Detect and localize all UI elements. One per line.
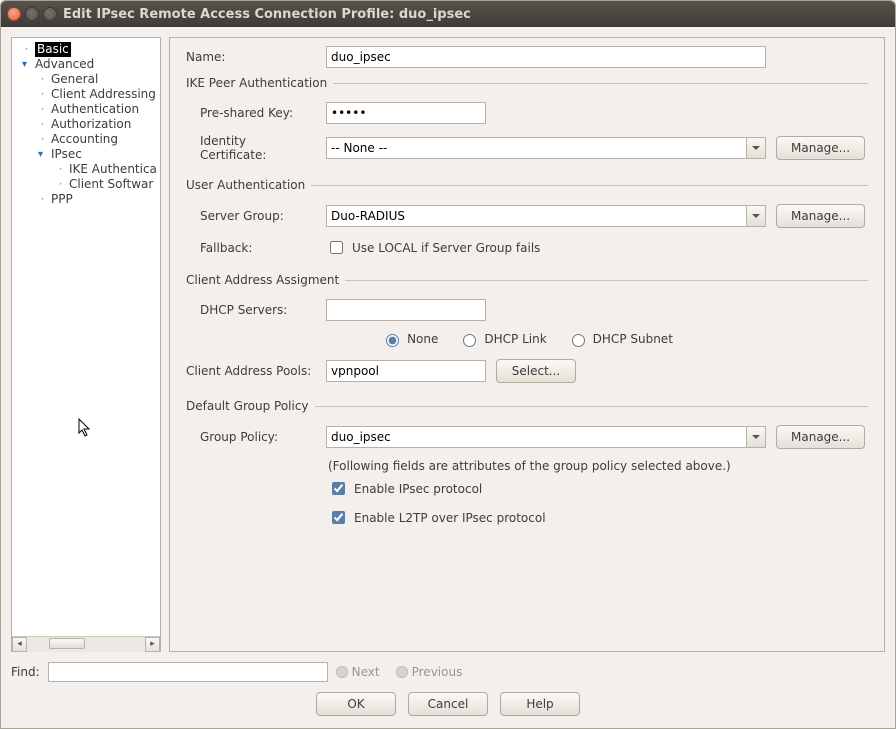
tree-leaf-icon: · (38, 117, 47, 132)
dhcp-radio-link[interactable]: DHCP Link (458, 331, 546, 347)
fallback-label: Fallback: (186, 241, 316, 255)
window-title: Edit IPsec Remote Access Connection Prof… (63, 7, 471, 22)
group-policy-select[interactable] (326, 426, 746, 448)
window: Edit IPsec Remote Access Connection Prof… (0, 0, 896, 729)
tree-expand-icon[interactable]: ▾ (38, 150, 47, 159)
circle-icon (396, 666, 408, 678)
window-maximize-icon[interactable] (43, 7, 57, 21)
tree-leaf-icon: · (56, 177, 65, 192)
idcert-manage-button[interactable]: Manage... (776, 136, 865, 160)
pools-label: Client Address Pools: (186, 364, 316, 378)
help-button[interactable]: Help (500, 692, 580, 716)
nav-tree: · Basic ▾ Advanced · General · Client Ad… (12, 38, 160, 636)
tree-item-authorization[interactable]: · Authorization (20, 117, 160, 132)
name-input[interactable] (326, 46, 766, 68)
user-auth-title: User Authentication (186, 178, 311, 192)
find-bar: Find: Next Previous (1, 658, 895, 682)
server-group-select[interactable] (326, 205, 746, 227)
dhcp-radio-subnet[interactable]: DHCP Subnet (567, 331, 673, 347)
idcert-select[interactable] (326, 137, 746, 159)
find-label: Find: (11, 665, 40, 679)
dhcp-label: DHCP Servers: (186, 303, 316, 317)
enable-l2tp-checkbox[interactable]: Enable L2TP over IPsec protocol (328, 508, 546, 527)
tree-leaf-icon: · (38, 192, 47, 207)
chevron-down-icon[interactable] (746, 426, 766, 448)
user-auth-group: User Authentication Server Group: Manage… (186, 178, 868, 267)
tree-leaf-icon: · (22, 42, 31, 57)
main-panel: Name: IKE Peer Authentication Pre-shared… (169, 37, 885, 652)
tree-leaf-icon: · (38, 87, 47, 102)
cancel-button[interactable]: Cancel (408, 692, 488, 716)
group-policy-label: Group Policy: (186, 430, 316, 444)
scroll-right-icon[interactable]: ▸ (145, 637, 160, 652)
tree-item-basic[interactable]: · Basic (20, 42, 160, 57)
idcert-label: Identity Certificate: (186, 134, 316, 162)
find-prev-button[interactable]: Previous (396, 665, 463, 679)
scroll-thumb[interactable] (49, 638, 85, 649)
window-close-icon[interactable] (7, 7, 21, 21)
enable-ipsec-checkbox[interactable]: Enable IPsec protocol (328, 479, 482, 498)
chevron-down-icon[interactable] (746, 205, 766, 227)
server-group-label: Server Group: (186, 209, 316, 223)
tree-leaf-icon: · (38, 72, 47, 87)
tree-item-ppp[interactable]: · PPP (20, 192, 160, 207)
ike-peer-auth-title: IKE Peer Authentication (186, 76, 333, 90)
ok-button[interactable]: OK (316, 692, 396, 716)
scroll-track[interactable] (27, 637, 145, 652)
window-minimize-icon[interactable] (25, 7, 39, 21)
dialog-buttons: OK Cancel Help (1, 682, 895, 728)
tree-leaf-icon: · (38, 132, 47, 147)
sidebar: · Basic ▾ Advanced · General · Client Ad… (11, 37, 161, 652)
dhcp-radio-group: None DHCP Link DHCP Subnet (186, 331, 868, 347)
tree-leaf-icon: · (56, 162, 65, 177)
tree-expand-icon[interactable]: ▾ (22, 60, 31, 69)
find-next-button[interactable]: Next (336, 665, 380, 679)
tree-item-accounting[interactable]: · Accounting (20, 132, 160, 147)
pools-select-button[interactable]: Select... (496, 359, 576, 383)
name-label: Name: (186, 50, 316, 64)
titlebar: Edit IPsec Remote Access Connection Prof… (1, 1, 895, 27)
mouse-cursor-icon (78, 418, 92, 438)
find-input[interactable] (48, 662, 328, 682)
circle-icon (336, 666, 348, 678)
scroll-left-icon[interactable]: ◂ (12, 637, 27, 652)
default-group-policy-title: Default Group Policy (186, 399, 315, 413)
client-address-title: Client Address Assigment (186, 273, 345, 287)
tree-item-client-software[interactable]: · Client Softwar (20, 177, 160, 192)
pools-input[interactable] (326, 360, 486, 382)
default-group-policy-group: Default Group Policy Group Policy: Manag… (186, 399, 868, 537)
ike-peer-auth-group: IKE Peer Authentication Pre-shared Key: … (186, 76, 868, 172)
sidebar-scrollbar[interactable]: ◂ ▸ (12, 636, 160, 651)
server-group-manage-button[interactable]: Manage... (776, 204, 865, 228)
fallback-checkbox[interactable]: Use LOCAL if Server Group fails (326, 238, 540, 257)
tree-leaf-icon: · (38, 102, 47, 117)
tree-item-ike-auth[interactable]: · IKE Authentica (20, 162, 160, 177)
group-policy-note: (Following fields are attributes of the … (328, 459, 868, 473)
psk-input[interactable] (326, 102, 486, 124)
dhcp-input[interactable] (326, 299, 486, 321)
tree-item-ipsec[interactable]: ▾ IPsec (20, 147, 160, 162)
psk-label: Pre-shared Key: (186, 106, 316, 120)
group-policy-manage-button[interactable]: Manage... (776, 425, 865, 449)
tree-item-general[interactable]: · General (20, 72, 160, 87)
chevron-down-icon[interactable] (746, 137, 766, 159)
tree-item-advanced[interactable]: ▾ Advanced (20, 57, 160, 72)
dhcp-radio-none[interactable]: None (381, 331, 438, 347)
tree-item-client-addressing[interactable]: · Client Addressing (20, 87, 160, 102)
client-address-group: Client Address Assigment DHCP Servers: N… (186, 273, 868, 393)
tree-item-authentication[interactable]: · Authentication (20, 102, 160, 117)
